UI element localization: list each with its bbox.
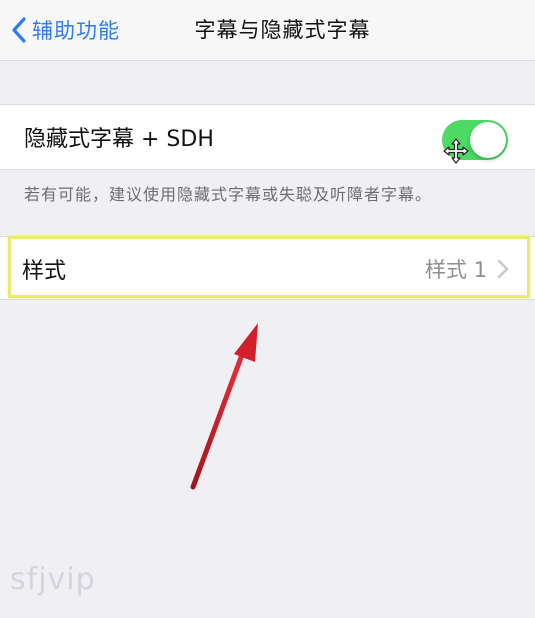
cc-sdh-label: 隐藏式字幕 + SDH [24, 127, 214, 152]
navigation-bar: 辅助功能 字幕与隐藏式字幕 [0, 0, 535, 61]
style-value: 样式 1 [424, 258, 487, 282]
cc-sdh-footnote: 若有可能，建议使用隐藏式字幕或失聪及听障者字幕。 [24, 185, 433, 204]
page-title: 字幕与隐藏式字幕 [194, 18, 371, 42]
style-label: 样式 [22, 259, 67, 284]
toggle-knob [470, 122, 506, 158]
move-cursor-icon [443, 138, 469, 164]
watermark: sfjvip [10, 562, 96, 597]
chevron-right-icon [497, 259, 509, 279]
style-cell[interactable]: 样式 样式 1 [0, 236, 535, 300]
annotation-arrow [190, 323, 258, 490]
